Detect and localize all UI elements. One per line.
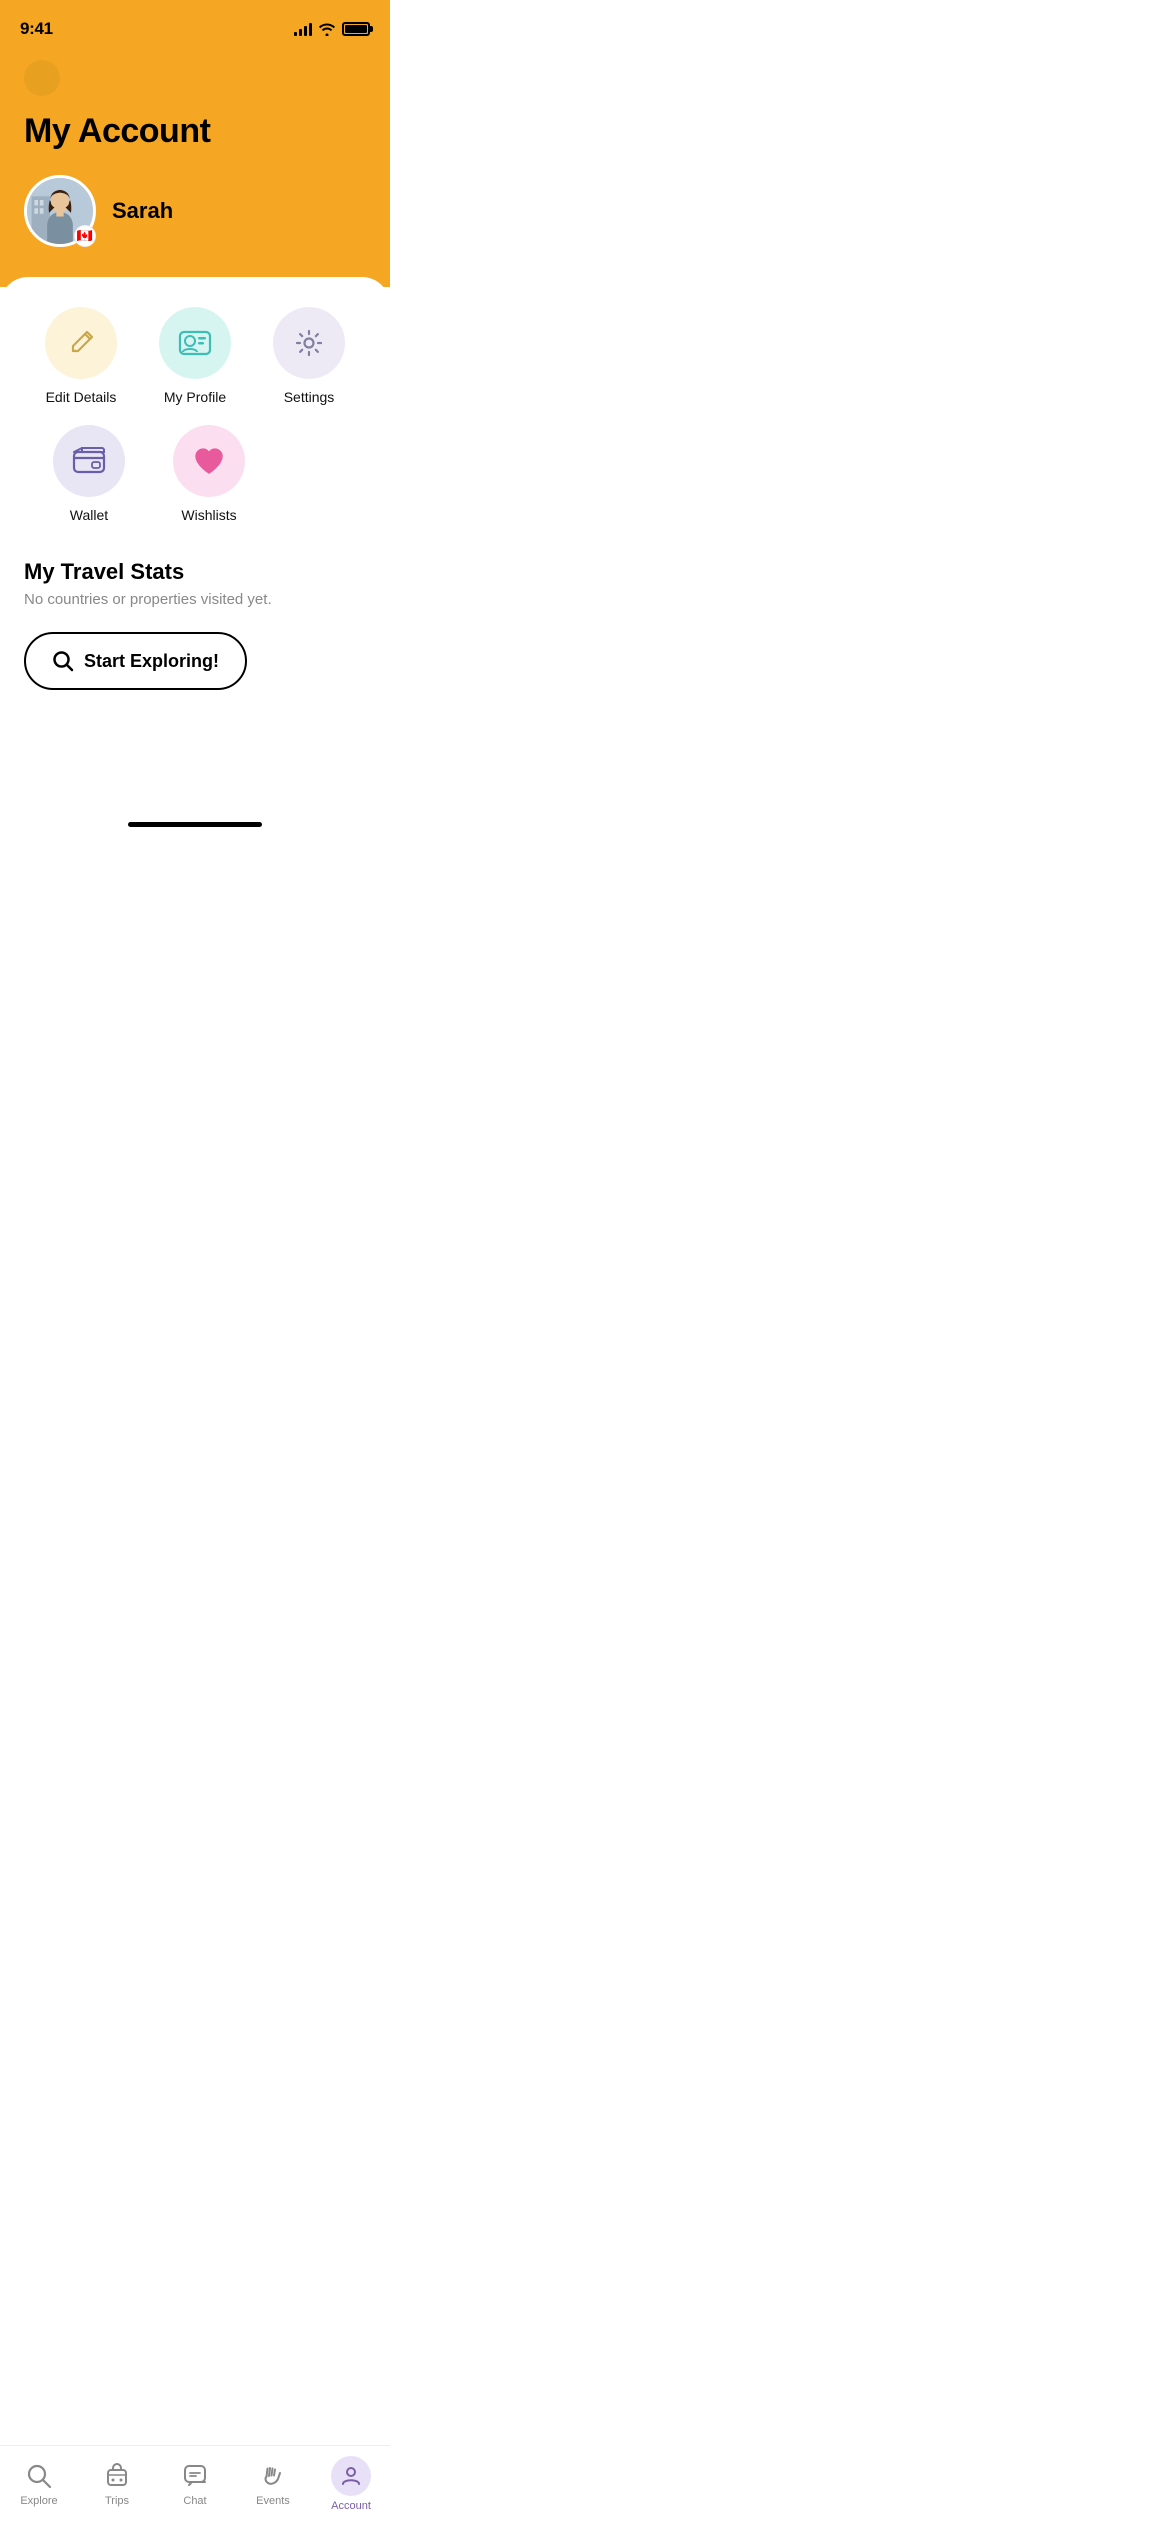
wallet-label: Wallet xyxy=(70,507,108,523)
signal-icon xyxy=(294,22,312,36)
events-icon-wrap xyxy=(258,2461,288,2491)
search-icon xyxy=(52,650,74,672)
wishlists-icon-circle xyxy=(173,425,245,497)
account-icon xyxy=(339,2464,363,2488)
header-section: My Account xyxy=(0,50,390,287)
nav-events[interactable]: Events xyxy=(243,2461,303,2507)
chat-icon xyxy=(182,2463,208,2489)
wishlists-label: Wishlists xyxy=(181,507,236,523)
explore-btn-label: Start Exploring! xyxy=(84,651,219,672)
chat-label: Chat xyxy=(183,2495,206,2507)
quick-actions-row1: Edit Details My Profile xyxy=(24,307,366,405)
trips-icon xyxy=(104,2463,130,2489)
flag-badge: 🇨🇦 xyxy=(74,225,96,247)
settings-icon-circle xyxy=(273,307,345,379)
avatar-wrapper[interactable]: 🇨🇦 xyxy=(24,175,96,247)
heart-icon xyxy=(192,445,226,477)
explore-label: Explore xyxy=(20,2495,57,2507)
explore-icon xyxy=(26,2463,52,2489)
nav-account[interactable]: Account xyxy=(321,2456,381,2512)
gear-icon xyxy=(293,327,325,359)
explore-icon-wrap xyxy=(24,2461,54,2491)
nav-trips[interactable]: Trips xyxy=(87,2461,147,2507)
edit-details-label: Edit Details xyxy=(46,389,117,405)
start-exploring-button[interactable]: Start Exploring! xyxy=(24,632,247,690)
bottom-nav: Explore Trips Chat xyxy=(0,2445,390,2532)
trips-icon-wrap xyxy=(102,2461,132,2491)
travel-stats-subtitle: No countries or properties visited yet. xyxy=(24,591,366,608)
content-section: Edit Details My Profile xyxy=(0,277,390,690)
chat-icon-wrap xyxy=(180,2461,210,2491)
settings-item[interactable]: Settings xyxy=(264,307,354,405)
username: Sarah xyxy=(112,198,173,224)
quick-actions-row2: Wallet Wishlists xyxy=(24,425,366,523)
settings-label: Settings xyxy=(284,389,335,405)
status-icons xyxy=(294,22,370,36)
notification-dot xyxy=(24,60,60,96)
trips-label: Trips xyxy=(105,2495,129,2507)
account-icon-wrap xyxy=(331,2456,371,2496)
wifi-icon xyxy=(318,22,336,36)
account-label: Account xyxy=(331,2500,371,2512)
page-title: My Account xyxy=(24,112,366,151)
edit-details-item[interactable]: Edit Details xyxy=(36,307,126,405)
id-card-icon xyxy=(178,330,212,356)
my-profile-icon-circle xyxy=(159,307,231,379)
edit-details-icon-circle xyxy=(45,307,117,379)
my-profile-label: My Profile xyxy=(164,389,226,405)
wallet-item[interactable]: Wallet xyxy=(44,425,134,523)
travel-stats-section: My Travel Stats No countries or properti… xyxy=(24,559,366,690)
events-label: Events xyxy=(256,2495,290,2507)
wishlists-item[interactable]: Wishlists xyxy=(164,425,254,523)
status-time: 9:41 xyxy=(20,19,53,39)
my-profile-item[interactable]: My Profile xyxy=(150,307,240,405)
home-indicator xyxy=(128,822,262,827)
wallet-icon xyxy=(72,447,106,475)
travel-stats-title: My Travel Stats xyxy=(24,559,366,585)
wallet-icon-circle xyxy=(53,425,125,497)
nav-explore[interactable]: Explore xyxy=(9,2461,69,2507)
nav-chat[interactable]: Chat xyxy=(165,2461,225,2507)
events-icon xyxy=(260,2463,286,2489)
status-bar: 9:41 xyxy=(0,0,390,50)
battery-icon xyxy=(342,22,370,36)
pencil-icon xyxy=(65,327,97,359)
profile-row: 🇨🇦 Sarah xyxy=(24,175,366,247)
